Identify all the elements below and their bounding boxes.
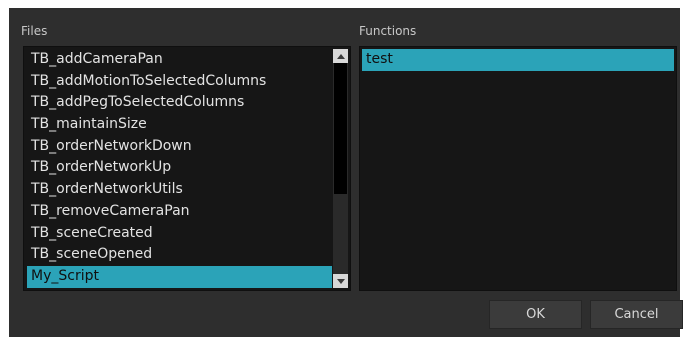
list-item[interactable]: TB_orderNetworkUtils [27,179,332,201]
list-item[interactable]: TB_orderNetworkUp [27,157,332,179]
files-list-panel: TB_addCameraPan TB_addMotionToSelectedCo… [23,46,351,291]
files-scrollbar[interactable] [333,49,348,288]
functions-list: test [362,49,674,71]
script-dialog: Files Functions TB_addCameraPan TB_addMo… [9,8,683,337]
scroll-up-button[interactable] [333,49,348,63]
functions-list-panel: test [359,46,677,291]
list-item[interactable]: TB_addMotionToSelectedColumns [27,71,332,93]
scroll-thumb[interactable] [334,63,347,194]
list-item-selected[interactable]: My_Script [27,265,332,288]
list-item[interactable]: TB_orderNetworkDown [27,136,332,158]
functions-label: Functions [359,24,417,38]
scroll-down-button[interactable] [333,274,348,288]
list-item[interactable]: TB_maintainSize [27,114,332,136]
list-item[interactable]: TB_addCameraPan [27,49,332,71]
ok-button[interactable]: OK [489,300,582,329]
list-item-selected[interactable]: test [362,49,674,71]
files-list: TB_addCameraPan TB_addMotionToSelectedCo… [27,49,332,288]
cancel-button[interactable]: Cancel [590,300,683,329]
list-item[interactable]: TB_removeCameraPan [27,201,332,223]
scroll-track[interactable] [333,63,348,274]
list-item[interactable]: TB_addPegToSelectedColumns [27,92,332,114]
triangle-down-icon [336,278,345,284]
files-label: Files [21,24,48,38]
triangle-up-icon [336,53,345,59]
list-item[interactable]: TB_sceneOpened [27,244,332,266]
list-item[interactable]: TB_sceneCreated [27,223,332,245]
